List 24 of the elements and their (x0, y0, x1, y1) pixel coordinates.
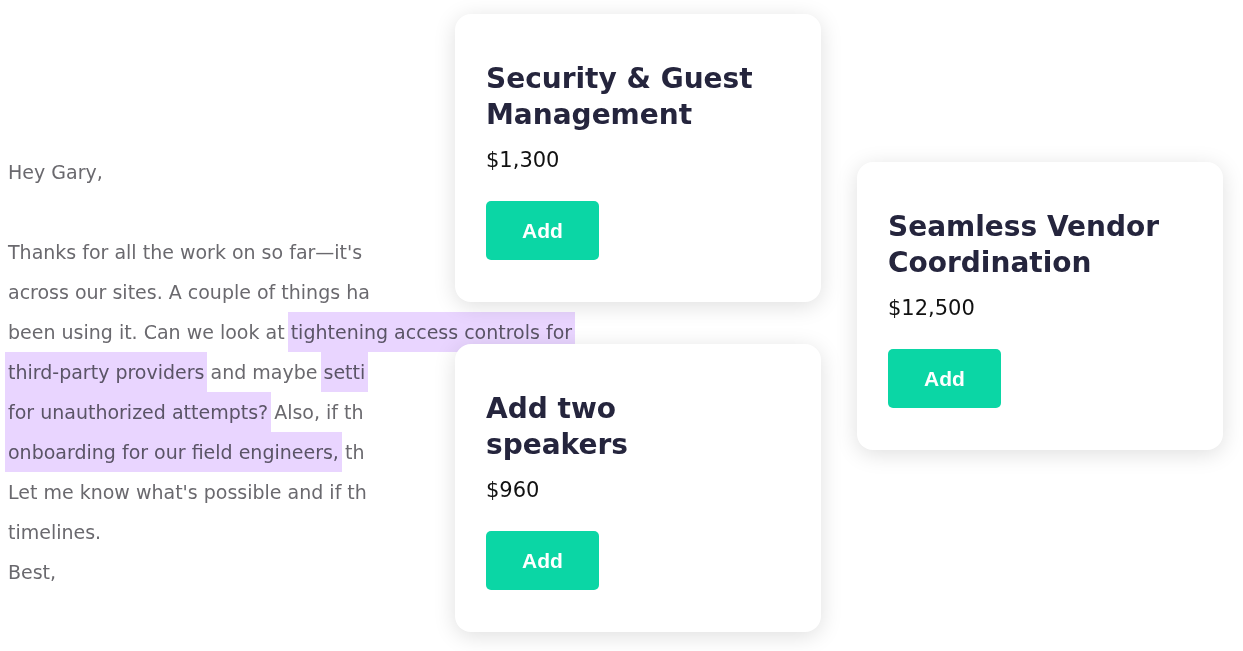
highlighted-text: third-party providers (5, 352, 208, 392)
card-title: Seamless Vendor Coordination (888, 209, 1161, 281)
email-text: across our sites. A couple of things ha (8, 280, 370, 305)
email-greeting: Hey Gary, (8, 160, 103, 185)
card-price: $1,300 (486, 147, 560, 174)
highlighted-text: setti (320, 352, 369, 392)
card-title: Add two speakers (486, 391, 629, 463)
email-text: timelines. (8, 520, 102, 545)
add-button[interactable]: Add (486, 531, 599, 590)
card-title: Security & Guest Management (486, 61, 754, 133)
email-text: been using it. Can we look at (8, 320, 286, 345)
add-button[interactable]: Add (486, 201, 599, 260)
highlighted-text: onboarding for our field engineers, (5, 432, 342, 472)
email-text: th (343, 440, 365, 465)
highlighted-text: tightening access controls for (287, 312, 576, 352)
card-price: $960 (486, 477, 540, 504)
add-button[interactable]: Add (888, 349, 1001, 408)
email-text: Also, if th (273, 400, 364, 425)
email-text: Let me know what's possible and if th (8, 480, 367, 505)
card-price: $12,500 (888, 295, 975, 322)
email-text: and maybe (209, 360, 319, 385)
email-text: Thanks for all the work on so far—it's (8, 240, 363, 265)
email-text: Best, (8, 560, 57, 585)
highlighted-text: for unauthorized attempts? (5, 392, 272, 432)
